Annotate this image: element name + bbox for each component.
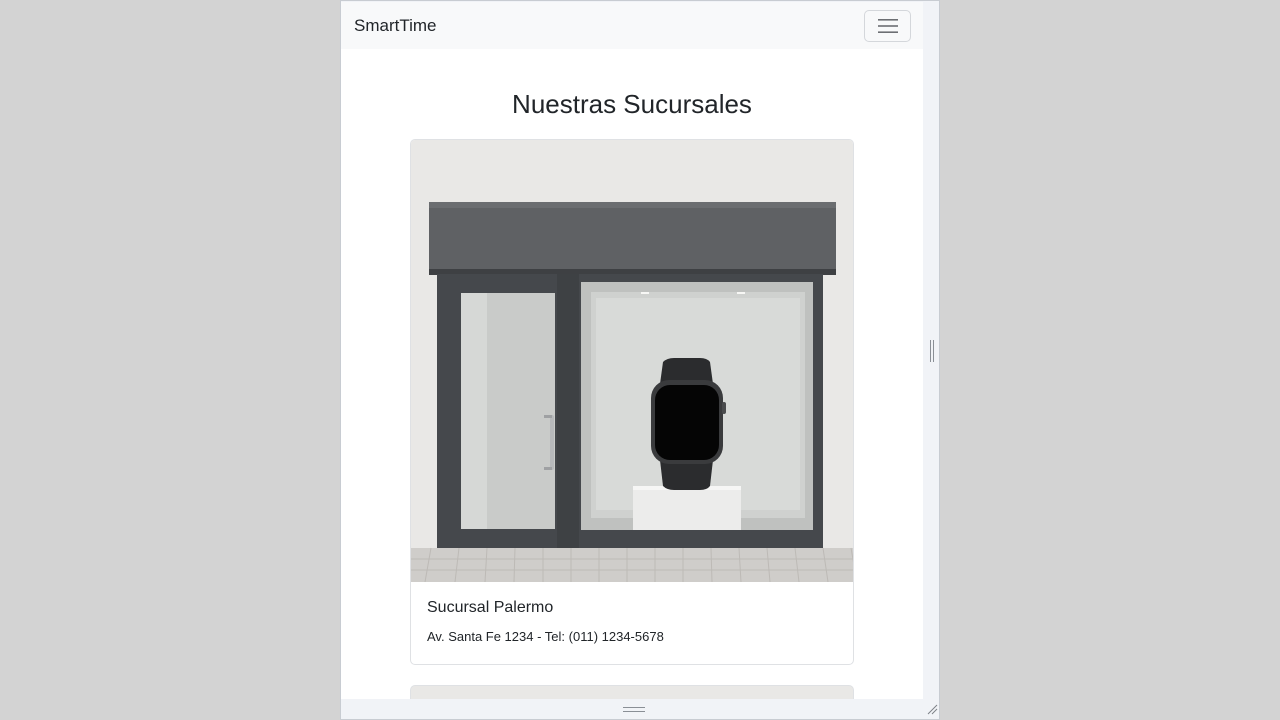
bottom-resize-handle[interactable]	[623, 707, 645, 712]
branch-card: Sucursal Palermo Av. Santa Fe 1234 - Tel…	[410, 139, 854, 665]
branch-info: Av. Santa Fe 1234 - Tel: (011) 1234-5678	[427, 629, 664, 644]
hamburger-menu-icon	[877, 18, 898, 33]
side-resize-handle[interactable]	[930, 340, 934, 362]
storefront-with-smartwatch-image	[411, 140, 853, 582]
navbar: SmartTime	[341, 2, 923, 49]
branch-card-next	[410, 685, 854, 699]
navbar-brand[interactable]: SmartTime	[354, 16, 437, 36]
page-title: Nuestras Sucursales	[512, 89, 752, 119]
resize-corner-icon[interactable]	[926, 703, 938, 715]
card-body: Sucursal Palermo Av. Santa Fe 1234 - Tel…	[411, 582, 853, 660]
page-viewport: SmartTime Nuestras Sucursales Sucursal P…	[341, 2, 923, 699]
branch-name: Sucursal Palermo	[427, 599, 554, 616]
navbar-toggler-button[interactable]	[864, 9, 911, 42]
device-frame: SmartTime Nuestras Sucursales Sucursal P…	[340, 0, 940, 720]
